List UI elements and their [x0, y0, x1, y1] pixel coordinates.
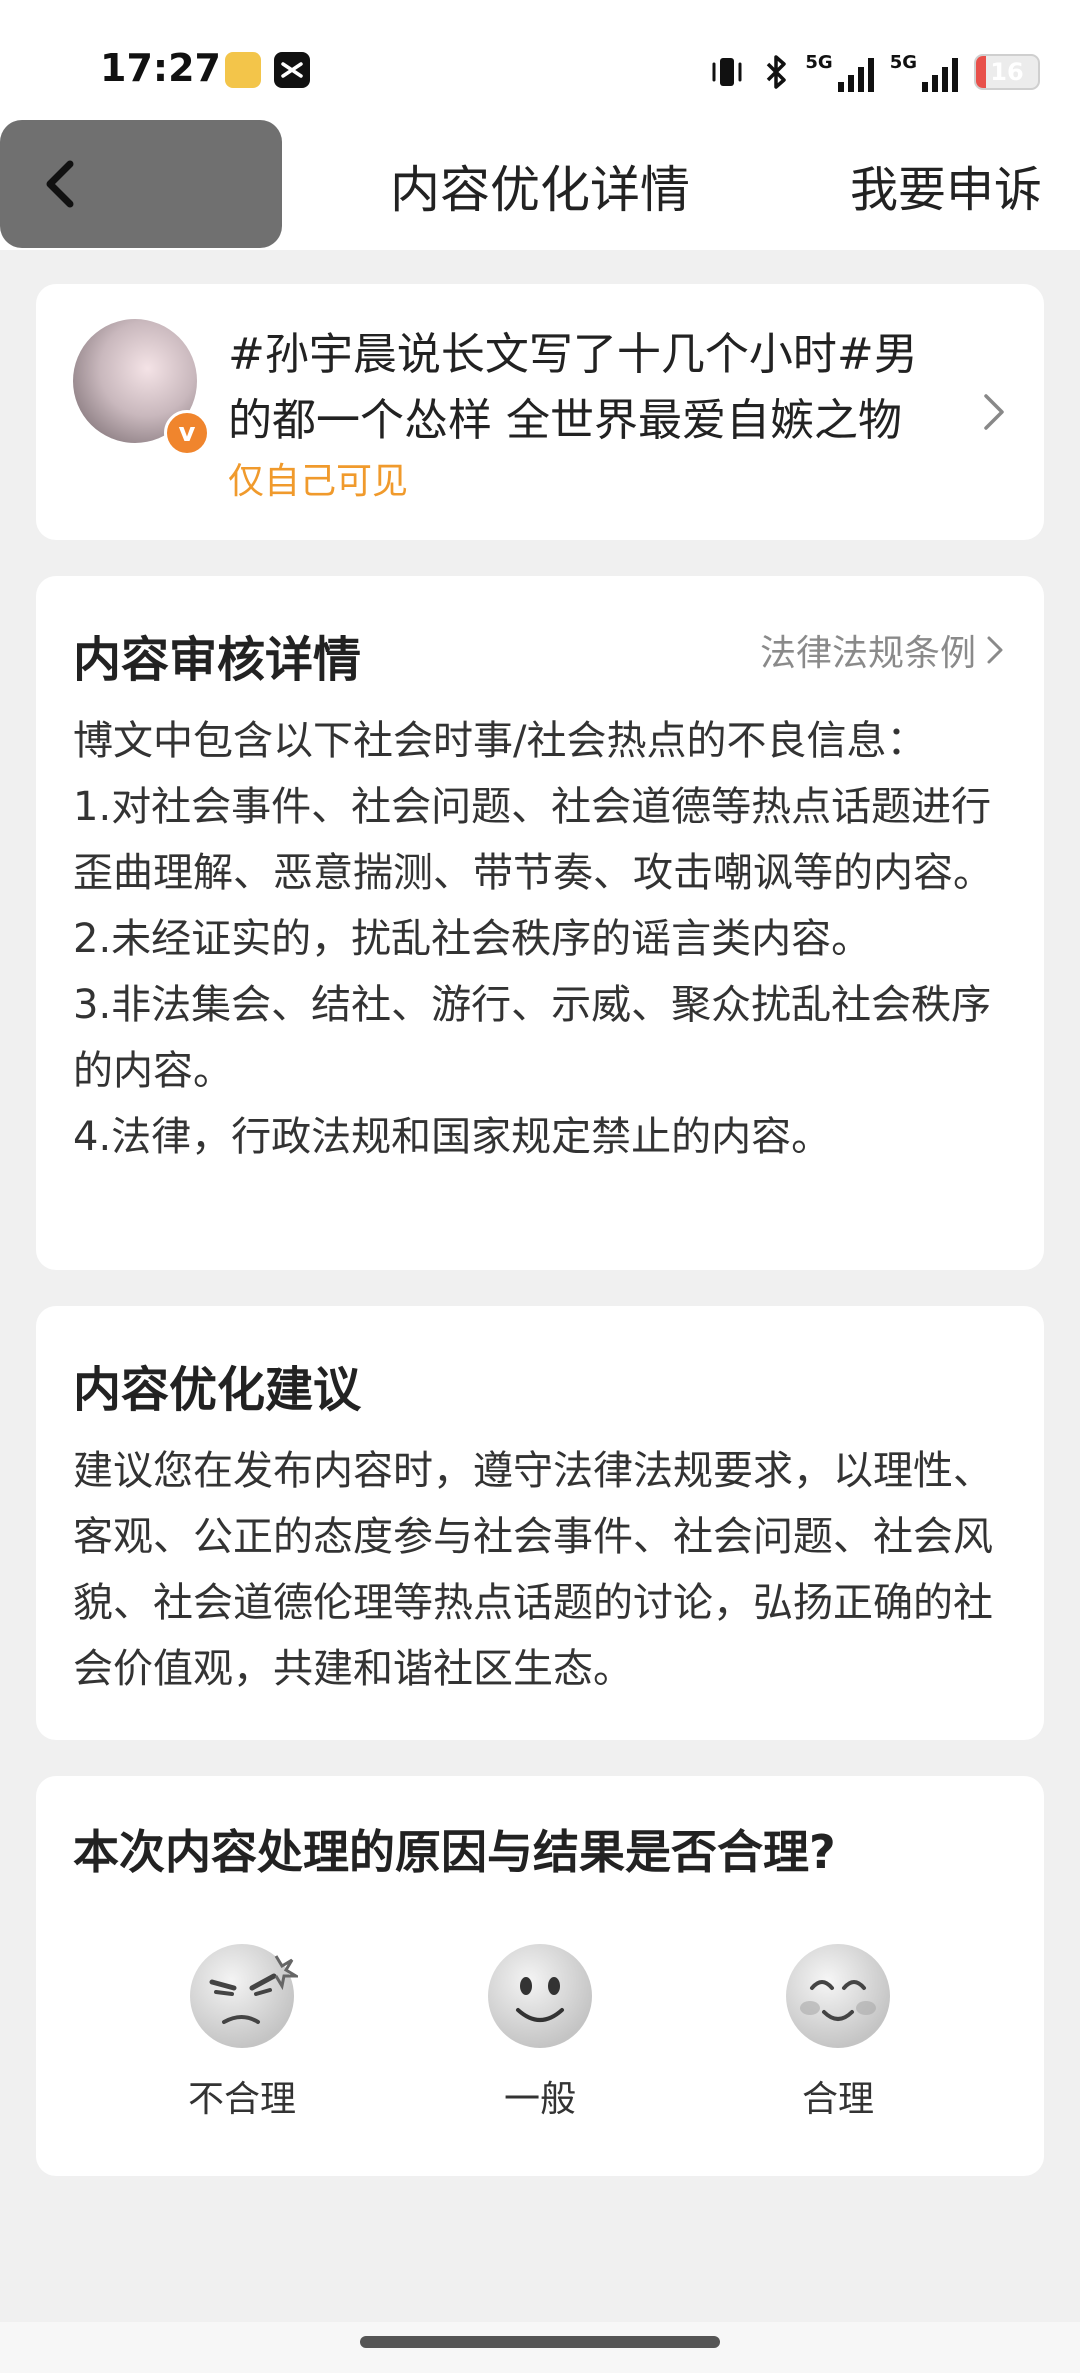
review-line: 4.法律，行政法规和国家规定禁止的内容。: [73, 1114, 832, 1160]
review-heading: 内容审核详情: [73, 632, 362, 688]
weibo-app-icon: [225, 52, 261, 88]
battery-icon: 16: [974, 54, 1040, 90]
chevron-right-icon: [984, 394, 1004, 430]
suggestion-body: 建议您在发布内容时，遵守法律法规要求，以理性、客观、公正的态度参与社会事件、社会…: [73, 1448, 993, 1692]
status-time: 17:27: [100, 46, 221, 90]
feedback-card: 本次内容处理的原因与结果是否合理? 不合理 一般 合理: [36, 1776, 1044, 2176]
chevron-right-icon: [987, 636, 1003, 664]
option-average[interactable]: 一般: [440, 1938, 640, 2122]
vibrate-icon: [712, 58, 742, 86]
appeal-button[interactable]: 我要申诉: [850, 150, 1042, 220]
post-visibility: 仅自己可见: [228, 461, 409, 502]
happy-face-icon: [786, 1944, 890, 2048]
battery-level: 16: [990, 58, 1024, 86]
verified-badge-icon: v: [164, 410, 210, 456]
review-line: 1.对社会事件、社会问题、社会道德等热点话题进行歪曲理解、恶意揣测、带节奏、攻击…: [73, 784, 993, 896]
option-label: 不合理: [187, 2079, 296, 2120]
review-line: 3.非法集会、结社、游行、示威、聚众扰乱社会秩序的内容。: [73, 982, 992, 1094]
option-label: 合理: [801, 2079, 874, 2120]
post-card[interactable]: v #孙宇晨说长文写了十几个小时#男的都一个怂样 全世界最爱自嫉之物 仅自己可见: [36, 284, 1044, 540]
option-unreasonable[interactable]: 不合理: [142, 1938, 342, 2122]
suggestion-card: 内容优化建议 建议您在发布内容时，遵守法律法规要求，以理性、客观、公正的态度参与…: [36, 1306, 1044, 1740]
avatar: v: [73, 319, 210, 456]
review-line: 2.未经证实的，扰乱社会秩序的谣言类内容。: [73, 916, 872, 962]
law-link-label: 法律法规条例: [759, 633, 976, 674]
review-body: 博文中包含以下社会时事/社会热点的不良信息： 1.对社会事件、社会问题、社会道德…: [73, 708, 1013, 1170]
review-line: 博文中包含以下社会时事/社会热点的不良信息：: [73, 718, 927, 764]
capcut-app-icon: [274, 52, 310, 88]
suggestion-heading: 内容优化建议: [73, 1362, 362, 1418]
signal-label: 5G: [889, 52, 917, 73]
post-text: #孙宇晨说长文写了十几个小时#男的都一个怂样 全世界最爱自嫉之物: [228, 329, 918, 446]
law-link[interactable]: 法律法规条例: [760, 624, 1004, 676]
status-icons: 5G 5G 16: [707, 50, 1040, 94]
angry-face-icon: [190, 1944, 298, 2048]
signal-5g-icon: 5G: [890, 52, 960, 92]
signal-5g-icon: 5G: [805, 52, 875, 92]
neutral-face-icon: [488, 1944, 592, 2048]
home-indicator[interactable]: [360, 2336, 720, 2348]
signal-label: 5G: [805, 52, 833, 73]
feedback-question: 本次内容处理的原因与结果是否合理?: [73, 1825, 836, 1879]
option-label: 一般: [503, 2079, 576, 2120]
bluetooth-icon: [767, 55, 787, 89]
option-reasonable[interactable]: 合理: [738, 1938, 938, 2122]
top-bar: 17:27 5G 5G 16 内容优化详情 我要申诉: [0, 0, 1080, 250]
review-card: 内容审核详情 法律法规条例 博文中包含以下社会时事/社会热点的不良信息： 1.对…: [36, 576, 1044, 1270]
